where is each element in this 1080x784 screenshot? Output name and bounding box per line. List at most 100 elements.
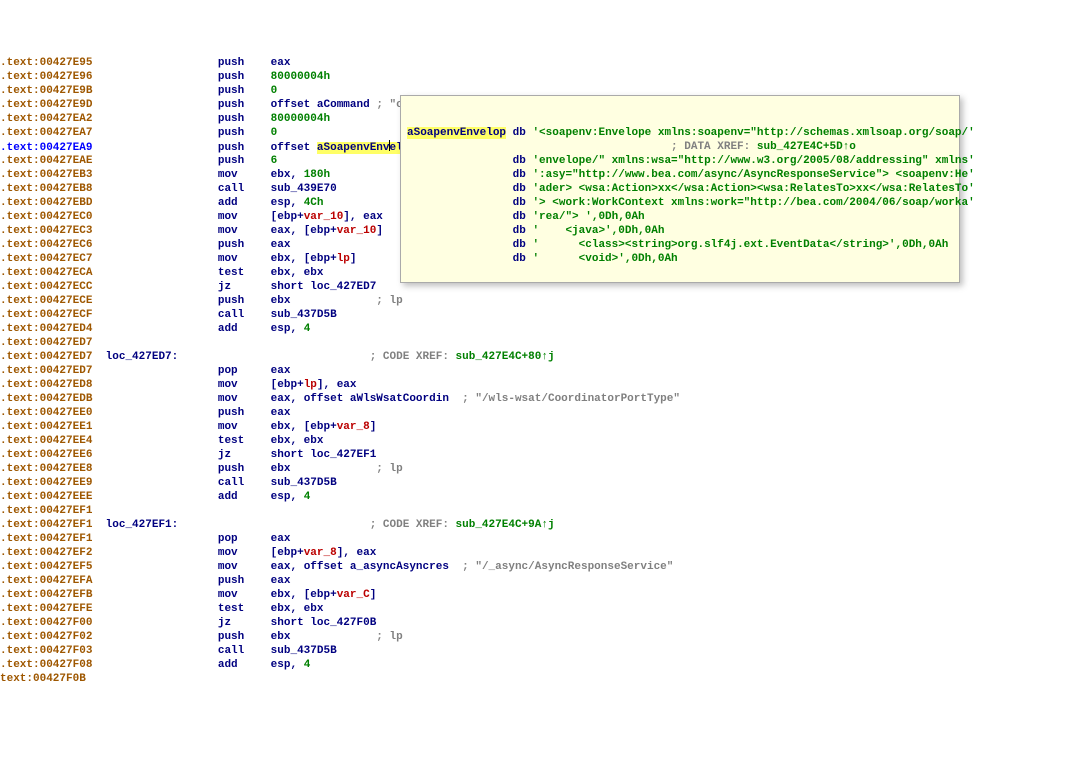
address[interactable]: text:00427F0B <box>0 673 99 685</box>
address[interactable]: .text:00427ECF <box>0 309 99 321</box>
local-var[interactable]: var_C <box>337 589 370 601</box>
address[interactable]: .text:00427EF1 <box>0 505 99 517</box>
address[interactable]: .text:00427ECA <box>0 267 99 279</box>
address[interactable]: .text:00427ED4 <box>0 323 99 335</box>
disasm-line[interactable]: .text:00427ED7 pop eax <box>0 364 1080 378</box>
address[interactable]: .text:00427ECC <box>0 281 99 293</box>
address[interactable]: .text:00427EC3 <box>0 225 99 237</box>
address[interactable]: .text:00427EF1 <box>0 533 99 545</box>
address[interactable]: .text:00427F00 <box>0 617 99 629</box>
address[interactable]: .text:00427EE1 <box>0 421 99 433</box>
symbol-ref[interactable]: a_asyncAsyncres <box>350 561 449 573</box>
disasm-line[interactable]: .text:00427EE1 mov ebx, [ebp+var_8] <box>0 420 1080 434</box>
symbol-ref[interactable]: sub_437D5B <box>271 309 337 321</box>
address[interactable]: .text:00427EC6 <box>0 239 99 251</box>
address[interactable]: .text:00427EC7 <box>0 253 99 265</box>
symbol-ref[interactable]: loc_427EF1 <box>310 449 376 461</box>
symbol-ref[interactable]: sub_439E70 <box>271 183 337 195</box>
address[interactable]: .text:00427EF5 <box>0 561 99 573</box>
operand: eax <box>271 57 291 69</box>
disasm-line[interactable]: .text:00427F00 jz short loc_427F0B <box>0 616 1080 630</box>
address[interactable]: .text:00427ECE <box>0 295 99 307</box>
disasm-line[interactable]: .text:00427EFE test ebx, ebx <box>0 602 1080 616</box>
disasm-line[interactable]: .text:00427ED8 mov [ebp+lp], eax <box>0 378 1080 392</box>
disasm-line[interactable]: .text:00427EE9 call sub_437D5B <box>0 476 1080 490</box>
address[interactable]: .text:00427EC0 <box>0 211 99 223</box>
symbol-ref[interactable]: loc_427ED7 <box>310 281 376 293</box>
address[interactable]: .text:00427EE4 <box>0 435 99 447</box>
address[interactable]: .text:00427EE9 <box>0 477 99 489</box>
address[interactable]: .text:00427F08 <box>0 659 99 671</box>
disasm-line[interactable]: .text:00427EE0 push eax <box>0 406 1080 420</box>
disasm-line[interactable]: .text:00427EFB mov ebx, [ebp+var_C] <box>0 588 1080 602</box>
disasm-line[interactable]: .text:00427EF1 pop eax <box>0 532 1080 546</box>
xref-label: ; CODE XREF: <box>370 351 456 363</box>
operand: 0 <box>271 127 278 139</box>
address[interactable]: .text:00427ED8 <box>0 379 99 391</box>
disasm-line[interactable]: .text:00427F03 call sub_437D5B <box>0 644 1080 658</box>
disasm-line[interactable]: .text:00427EE8 push ebx ; lp <box>0 462 1080 476</box>
address[interactable]: .text:00427EE6 <box>0 449 99 461</box>
address[interactable]: .text:00427EEE <box>0 491 99 503</box>
xref-target[interactable]: sub_427E4C+80↑j <box>456 351 555 363</box>
symbol-ref[interactable]: sub_437D5B <box>271 477 337 489</box>
symbol-ref[interactable]: loc_427F0B <box>310 617 376 629</box>
address[interactable]: .text:00427EDB <box>0 393 99 405</box>
address[interactable]: .text:00427EB8 <box>0 183 99 195</box>
address[interactable]: .text:00427EA9 <box>0 142 99 154</box>
address[interactable]: .text:00427ED7 <box>0 351 99 363</box>
disasm-line[interactable]: .text:00427F02 push ebx ; lp <box>0 630 1080 644</box>
disasm-line[interactable]: .text:00427E95 push eax <box>0 56 1080 70</box>
disasm-line[interactable]: .text:00427EEE add esp, 4 <box>0 490 1080 504</box>
local-var[interactable]: var_10 <box>304 211 344 223</box>
disasm-line[interactable]: .text:00427EF1 <box>0 504 1080 518</box>
symbol-ref[interactable]: sub_437D5B <box>271 645 337 657</box>
address[interactable]: .text:00427EF2 <box>0 547 99 559</box>
xref-target[interactable]: sub_427E4C+9A↑j <box>456 519 555 531</box>
address[interactable]: .text:00427F02 <box>0 631 99 643</box>
disasm-line[interactable]: .text:00427ED7 loc_427ED7: ; CODE XREF: … <box>0 350 1080 364</box>
address[interactable]: .text:00427EE0 <box>0 407 99 419</box>
symbol-ref[interactable]: aCommand <box>317 99 370 111</box>
disasm-line[interactable]: .text:00427ED4 add esp, 4 <box>0 322 1080 336</box>
address[interactable]: .text:00427EF1 <box>0 519 99 531</box>
disasm-line[interactable]: .text:00427ECF call sub_437D5B <box>0 308 1080 322</box>
address[interactable]: .text:00427E9B <box>0 85 99 97</box>
local-var[interactable]: var_8 <box>337 421 370 433</box>
address[interactable]: .text:00427ED7 <box>0 365 99 377</box>
address[interactable]: .text:00427E95 <box>0 57 99 69</box>
address[interactable]: .text:00427E96 <box>0 71 99 83</box>
address[interactable]: .text:00427EB3 <box>0 169 99 181</box>
symbol-ref[interactable]: aWlsWsatCoordin <box>350 393 449 405</box>
address[interactable]: .text:00427EAE <box>0 155 99 167</box>
address[interactable]: .text:00427EFA <box>0 575 99 587</box>
address[interactable]: .text:00427EBD <box>0 197 99 209</box>
local-var[interactable]: var_8 <box>304 547 337 559</box>
local-var[interactable]: var_10 <box>337 225 377 237</box>
address[interactable]: .text:00427EA7 <box>0 127 99 139</box>
disasm-line[interactable]: .text:00427EDB mov eax, offset aWlsWsatC… <box>0 392 1080 406</box>
address[interactable]: .text:00427EE8 <box>0 463 99 475</box>
local-var[interactable]: lp <box>304 379 317 391</box>
address[interactable]: .text:00427E9D <box>0 99 99 111</box>
disasm-line[interactable]: .text:00427EF5 mov eax, offset a_asyncAs… <box>0 560 1080 574</box>
disasm-line[interactable]: .text:00427EFA push eax <box>0 574 1080 588</box>
address[interactable]: .text:00427ED7 <box>0 337 99 349</box>
disasm-line[interactable]: text:00427F0B <box>0 672 1080 686</box>
code-label[interactable]: loc_427ED7: <box>106 351 179 363</box>
mnemonic: mov <box>218 253 271 265</box>
disasm-line[interactable]: .text:00427ECE push ebx ; lp <box>0 294 1080 308</box>
disasm-line[interactable]: .text:00427EE6 jz short loc_427EF1 <box>0 448 1080 462</box>
address[interactable]: .text:00427EA2 <box>0 113 99 125</box>
address[interactable]: .text:00427EFB <box>0 589 99 601</box>
disasm-line[interactable]: .text:00427F08 add esp, 4 <box>0 658 1080 672</box>
disasm-line[interactable]: .text:00427E96 push 80000004h <box>0 70 1080 84</box>
address[interactable]: .text:00427EFE <box>0 603 99 615</box>
address[interactable]: .text:00427F03 <box>0 645 99 657</box>
disasm-line[interactable]: .text:00427EF2 mov [ebp+var_8], eax <box>0 546 1080 560</box>
local-var[interactable]: lp <box>337 253 350 265</box>
code-label[interactable]: loc_427EF1: <box>106 519 179 531</box>
disasm-line[interactable]: .text:00427EE4 test ebx, ebx <box>0 434 1080 448</box>
disasm-line[interactable]: .text:00427ED7 <box>0 336 1080 350</box>
disasm-line[interactable]: .text:00427EF1 loc_427EF1: ; CODE XREF: … <box>0 518 1080 532</box>
